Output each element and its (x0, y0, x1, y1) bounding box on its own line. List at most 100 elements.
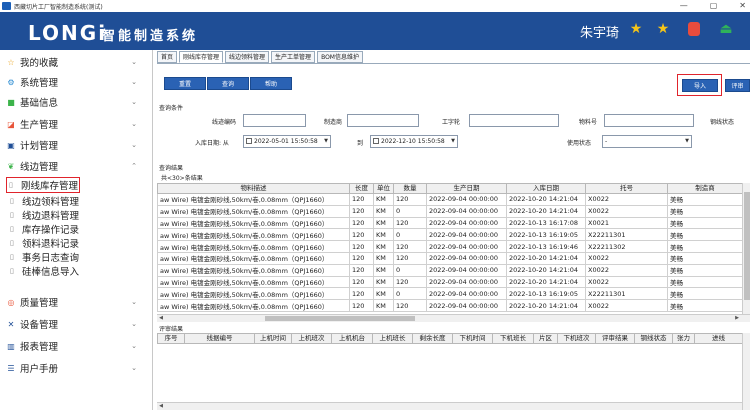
table-cell: 120 (393, 251, 427, 265)
help-button[interactable]: 帮助 (250, 77, 292, 90)
review-column-header[interactable]: 上机机台 (331, 333, 373, 344)
import-button[interactable]: 导入 (682, 79, 718, 92)
use-status-select[interactable]: - ▼ (602, 135, 692, 148)
scroll-left-arrow-icon[interactable]: ◀ (158, 315, 164, 321)
reset-button[interactable]: 重置 (164, 77, 206, 90)
minimize-button[interactable]: — (680, 0, 688, 12)
table-cell: aw Wire) 电镀金刚砂线,50km/卷,0.08mm（QPJ1660） (157, 216, 350, 230)
table-cell: 2022-10-20 14:21:04 (506, 299, 586, 312)
review-column-header[interactable]: 剩余长度 (412, 333, 453, 344)
sidebar-subitem-return[interactable]: ▯ 线边退料管理 (8, 208, 153, 222)
review-horizontal-scrollbar[interactable]: ◀ (157, 402, 742, 410)
results-column-header[interactable]: 单位 (373, 183, 394, 194)
star-icon[interactable]: ★ (628, 21, 644, 37)
table-row[interactable]: aw Wire) 电镀金刚砂线,50km/卷,0.08mm（QPJ1660） 12… (157, 275, 743, 289)
table-cell: KM (373, 240, 394, 253)
scroll-right-arrow-icon[interactable]: ▶ (734, 315, 740, 321)
sidebar-subitem-transaction-log[interactable]: ▯ 事务日志查询 (8, 250, 153, 264)
table-row[interactable]: aw Wire) 电镀金刚砂线,50km/卷,0.08mm（QPJ1660） 12… (157, 287, 743, 301)
chevron-up-icon: ⌃ (131, 162, 137, 170)
table-row[interactable]: aw Wire) 电镀金刚砂线,50km/卷,0.08mm（QPJ1660） 12… (157, 216, 743, 230)
results-column-header[interactable]: 生产日期 (426, 183, 507, 194)
tab-work-order[interactable]: 生产工单管理 (271, 51, 316, 63)
doc-icon: ▯ (10, 197, 14, 205)
review-column-header[interactable]: 序号 (157, 333, 185, 344)
line-code-input[interactable] (243, 114, 306, 127)
table-cell: 0 (393, 204, 427, 218)
sidebar-item-quality[interactable]: ◎ 质量管理 ⌄ (0, 292, 153, 312)
review-column-header[interactable]: 张力 (672, 333, 695, 344)
sidebar-item-line-side[interactable]: ❦ 线边管理 ⌃ (0, 156, 153, 176)
sidebar-subitem-pick-return-log[interactable]: ▯ 领料退料记录 (8, 236, 153, 250)
results-horizontal-scrollbar[interactable]: ◀ ▶ (157, 314, 750, 322)
results-column-header[interactable]: 长度 (349, 183, 374, 194)
sidebar-subitem-picking[interactable]: ▯ 线边领料管理 (8, 194, 153, 208)
scroll-left-arrow-icon[interactable]: ◀ (158, 403, 164, 409)
sidebar-subitem-stock-log[interactable]: ▯ 库存操作记录 (8, 222, 153, 236)
user-name[interactable]: 朱宇琦 (580, 22, 619, 41)
sidebar-subitem-ingot-import[interactable]: ▯ 硅棒信息导入 (8, 264, 153, 278)
table-cell: 美畅 (667, 240, 743, 253)
review-column-header[interactable]: 片区 (533, 333, 558, 344)
table-cell: 美畅 (667, 204, 743, 218)
date-to-input[interactable]: 2022-12-10 15:50:58 ▼ (370, 135, 458, 148)
sidebar-subitem-wire-stock[interactable]: ▯ 刚线库存管理 (6, 177, 80, 193)
review-column-header[interactable]: 评审结果 (595, 333, 635, 344)
close-button[interactable]: ✕ (739, 0, 746, 12)
maker-input[interactable] (347, 114, 419, 127)
table-row[interactable]: aw Wire) 电镀金刚砂线,50km/卷,0.08mm（QPJ1660） 12… (157, 299, 743, 312)
sidebar-item-reports[interactable]: ▥ 报表管理 ⌄ (0, 336, 153, 356)
review-vertical-scrollbar[interactable] (742, 333, 750, 410)
results-column-header[interactable]: 物料描述 (157, 183, 350, 194)
craft-input[interactable] (469, 114, 559, 127)
dropdown-arrow-icon: ▼ (451, 138, 455, 144)
doc-icon: ▯ (9, 181, 13, 189)
tab-bom[interactable]: BOM信息维护 (317, 51, 363, 63)
review-column-header[interactable]: 上机时间 (254, 333, 292, 344)
tab-picking[interactable]: 线边领料管理 (225, 51, 270, 63)
review-column-header[interactable]: 进线 (694, 333, 743, 344)
table-row[interactable]: aw Wire) 电镀金刚砂线,50km/卷,0.08mm（QPJ1660） 12… (157, 240, 743, 253)
review-column-header[interactable]: 上机班长 (372, 333, 413, 344)
scroll-thumb[interactable] (744, 192, 750, 300)
table-row[interactable]: aw Wire) 电镀金刚砂线,50km/卷,0.08mm（QPJ1660） 12… (157, 193, 743, 206)
review-column-header[interactable]: 钢线状态 (634, 333, 673, 344)
exit-icon[interactable]: ⏏ (718, 21, 734, 37)
results-column-header[interactable]: 入库日期 (506, 183, 586, 194)
scroll-thumb[interactable] (265, 316, 415, 321)
results-column-header[interactable]: 数量 (393, 183, 427, 194)
date-to-checkbox[interactable] (373, 138, 379, 144)
sidebar-item-production[interactable]: ◪ 生产管理 ⌄ (0, 114, 153, 134)
tab-wire-stock[interactable]: 刚线库存管理 (179, 51, 224, 63)
table-cell: 美畅 (667, 216, 743, 230)
results-column-header[interactable]: 托号 (585, 183, 668, 194)
material-input[interactable] (604, 114, 694, 127)
review-column-header[interactable]: 上机班次 (291, 333, 332, 344)
sidebar-item-favorites[interactable]: ☆ 我的收藏 ⌄ (0, 52, 153, 72)
favorites-star-icon[interactable]: ★ (655, 21, 671, 37)
sidebar-item-plan[interactable]: ▣ 计划管理 ⌄ (0, 135, 153, 155)
review-column-header[interactable]: 下机班长 (492, 333, 534, 344)
sidebar-item-manual[interactable]: ☰ 用户手册 ⌄ (0, 358, 153, 378)
lock-icon[interactable] (688, 22, 700, 36)
results-vertical-scrollbar[interactable] (742, 183, 750, 314)
review-button[interactable]: 评审 (725, 79, 750, 92)
maximize-button[interactable]: ▢ (710, 0, 718, 12)
table-row[interactable]: aw Wire) 电镀金刚砂线,50km/卷,0.08mm（QPJ1660） 12… (157, 204, 743, 218)
tab-home[interactable]: 首页 (157, 51, 178, 63)
sidebar-item-basic-info[interactable]: ■ 基础信息 ⌄ (0, 92, 153, 112)
review-column-header[interactable]: 线据编号 (184, 333, 255, 344)
table-row[interactable]: aw Wire) 电镀金刚砂线,50km/卷,0.08mm（QPJ1660） 12… (157, 228, 743, 242)
review-column-header[interactable]: 下机班次 (557, 333, 596, 344)
date-from-input[interactable]: 2022-05-01 15:50:58 ▼ (243, 135, 331, 148)
sidebar-item-system[interactable]: ⚙ 系统管理 ⌄ (0, 72, 153, 92)
table-row[interactable]: aw Wire) 电镀金刚砂线,50km/卷,0.08mm（QPJ1660） 12… (157, 251, 743, 265)
table-row[interactable]: aw Wire) 电镀金刚砂线,50km/卷,0.08mm（QPJ1660） 12… (157, 263, 743, 277)
query-button[interactable]: 查询 (207, 77, 249, 90)
chevron-down-icon: ⌄ (131, 78, 137, 86)
sidebar-item-equipment[interactable]: ✕ 设备管理 ⌄ (0, 314, 153, 334)
date-from-checkbox[interactable] (246, 138, 252, 144)
review-column-header[interactable]: 下机时间 (452, 333, 493, 344)
doc-icon: ▯ (10, 253, 14, 261)
results-column-header[interactable]: 制造商 (667, 183, 743, 194)
